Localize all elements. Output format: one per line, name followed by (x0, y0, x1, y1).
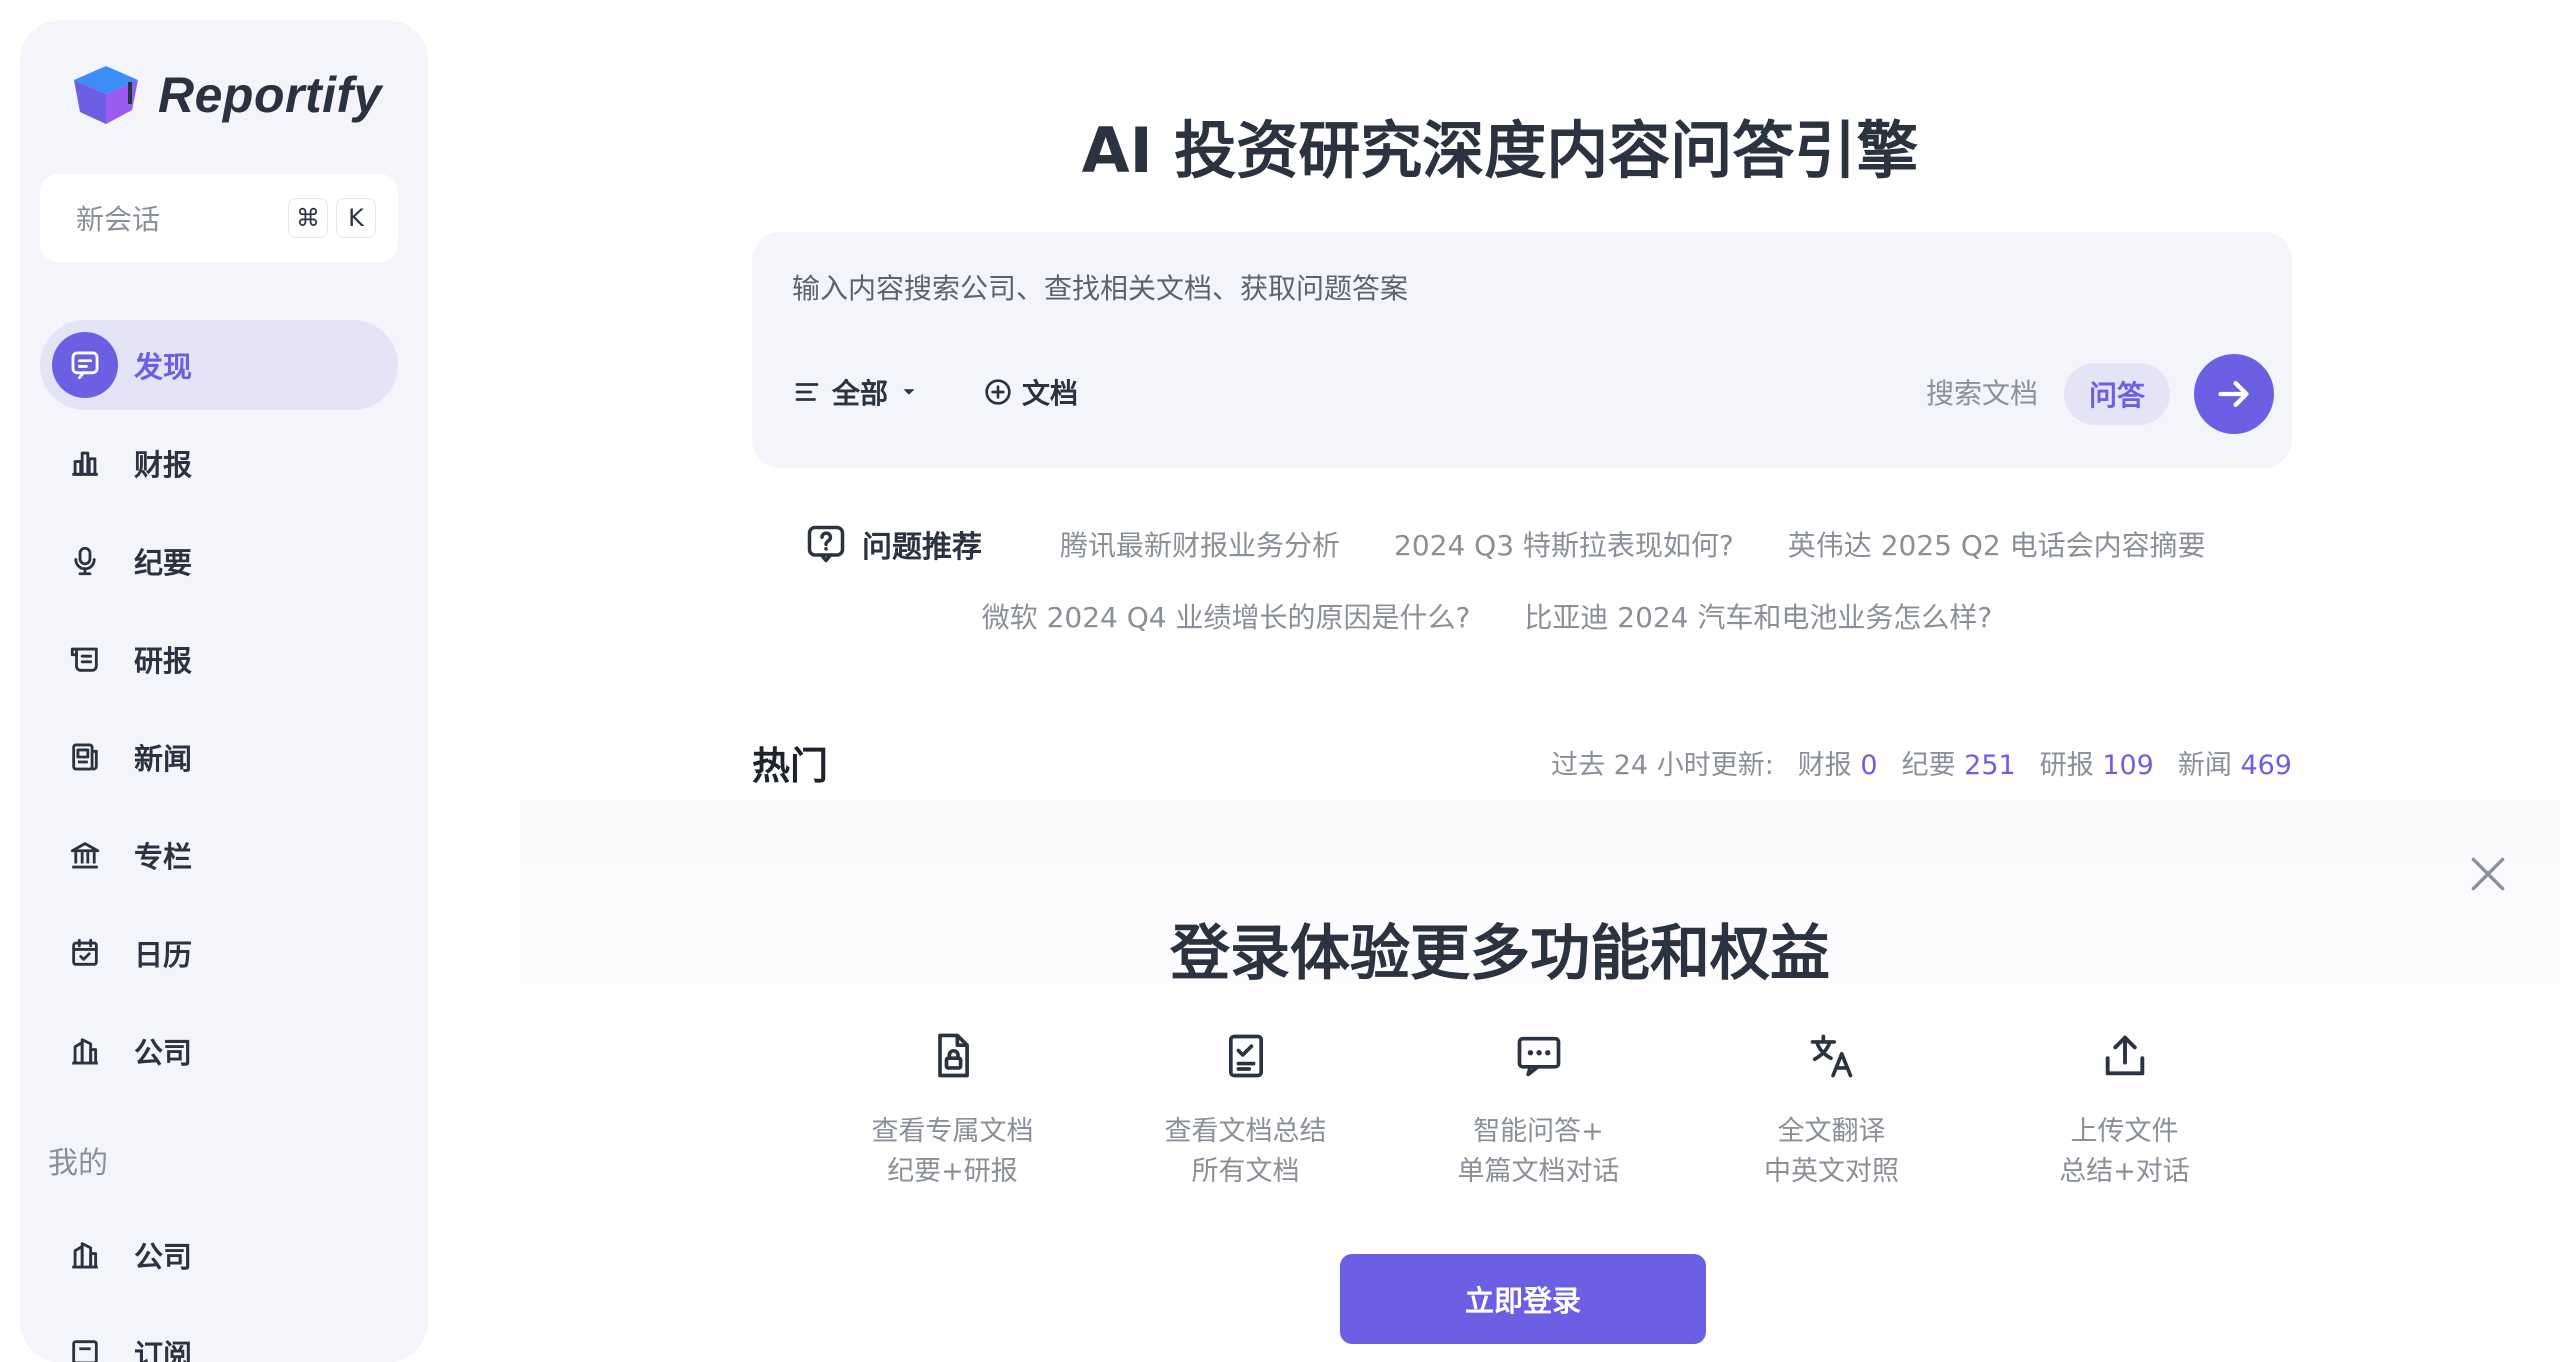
chat-card-icon (52, 332, 118, 398)
mode-qa[interactable]: 问答 (2064, 363, 2170, 425)
sidebar-item-column[interactable]: 专栏 (40, 810, 398, 900)
bookmark-icon (52, 1320, 118, 1362)
suggestion-link[interactable]: 英伟达 2025 Q2 电话会内容摘要 (1788, 524, 2206, 564)
stat-research: 研报 109 (2039, 750, 2154, 781)
promo-title: 登录体验更多功能和权益 (1170, 919, 1830, 989)
feature-title: 全文翻译 (1777, 1116, 1886, 1147)
calendar-icon (52, 920, 118, 986)
command-key: ⌘ (288, 198, 328, 238)
feature-subtitle: 总结+对话 (2059, 1156, 2190, 1187)
send-button[interactable] (2194, 354, 2274, 434)
building-icon (52, 1018, 118, 1084)
feature-subtitle: 所有文档 (1191, 1156, 1300, 1187)
stat-minutes: 纪要 251 (1901, 750, 2016, 781)
feature-subtitle: 中英文对照 (1764, 1156, 1899, 1187)
sidebar-item-discover[interactable]: 发现 (40, 320, 398, 410)
stat-earnings: 财报 0 (1797, 750, 1878, 781)
plus-circle-icon (985, 379, 1011, 405)
chat-dots-icon (1513, 1030, 1565, 1082)
feature-item: 查看文档总结 所有文档 (1099, 1030, 1392, 1192)
sidebar-item-label: 研报 (134, 644, 193, 678)
add-document-label: 文档 (1022, 377, 1079, 410)
close-icon (2471, 857, 2505, 891)
mode-search-docs[interactable]: 搜索文档 (1926, 372, 2038, 412)
suggested-questions-header: 问题推荐 (804, 522, 982, 566)
sidebar-item-label: 公司 (134, 1240, 193, 1274)
feature-item: 全文翻译 中英文对照 (1685, 1030, 1978, 1192)
sidebar: Reportify 新会话 ⌘ K 发现 财报 纪要 研报 新闻 专栏 日历 公… (20, 20, 428, 1362)
microphone-icon (52, 528, 118, 594)
sidebar-item-label: 纪要 (134, 546, 193, 580)
sidebar-item-news[interactable]: 新闻 (40, 712, 398, 802)
scope-filter-dropdown[interactable]: 全部 (792, 372, 920, 412)
suggested-questions-title: 问题推荐 (862, 530, 982, 565)
translate-icon (1806, 1030, 1858, 1082)
suggestion-link[interactable]: 腾讯最新财报业务分析 (1060, 524, 1340, 564)
sidebar-item-label: 财报 (134, 448, 193, 482)
suggestion-link[interactable]: 微软 2024 Q4 业绩增长的原因是什么? (982, 596, 1471, 636)
feature-item: 智能问答+ 单篇文档对话 (1392, 1030, 1685, 1192)
sidebar-item-label: 新闻 (134, 742, 193, 776)
new-chat-label: 新会话 (76, 203, 161, 236)
close-promo-button[interactable] (2466, 852, 2510, 896)
sidebar-item-earnings[interactable]: 财报 (40, 418, 398, 508)
feature-title: 智能问答+ (1473, 1116, 1604, 1147)
login-button[interactable]: 立即登录 (1340, 1254, 1706, 1344)
feature-item: 上传文件 总结+对话 (1978, 1030, 2271, 1192)
sidebar-item-label: 日历 (134, 938, 193, 972)
sidebar-item-calendar[interactable]: 日历 (40, 908, 398, 998)
sidebar-item-minutes[interactable]: 纪要 (40, 516, 398, 606)
hero: AI 投资研究深度内容问答引擎 (0, 100, 2560, 190)
mine-nav: 公司 订阅 (40, 1210, 398, 1362)
feature-list: 查看专属文档 纪要+研报 查看文档总结 所有文档 智能问答+ 单篇文档对话 全文… (806, 1030, 2271, 1192)
feature-subtitle: 单篇文档对话 (1457, 1156, 1620, 1187)
stat-news: 新闻 469 (2177, 750, 2292, 781)
add-document-button[interactable]: 文档 (982, 372, 1078, 412)
sidebar-item-subscription[interactable]: 订阅 (40, 1308, 398, 1362)
checklist-icon (1220, 1030, 1272, 1082)
hot-title: 热门 (752, 744, 829, 788)
filter-lines-icon (795, 383, 819, 401)
sidebar-item-label: 公司 (134, 1036, 193, 1070)
feature-title: 查看文档总结 (1164, 1116, 1327, 1147)
sidebar-item-label: 专栏 (134, 840, 193, 874)
bank-icon (52, 822, 118, 888)
shortcut-keys: ⌘ K (288, 198, 376, 238)
upload-icon (2099, 1030, 2151, 1082)
sidebar-item-my-company[interactable]: 公司 (40, 1210, 398, 1300)
search-box: 全部 文档 搜索文档 问答 (752, 232, 2292, 468)
arrow-right-icon (2218, 381, 2249, 407)
search-input[interactable] (792, 272, 2232, 305)
mine-section-label: 我的 (48, 1146, 108, 1181)
update-stats: 过去 24 小时更新: 财报 0 纪要 251 研报 109 新闻 469 (1551, 743, 2292, 782)
question-bubble-icon (807, 525, 845, 563)
sidebar-item-label: 订阅 (134, 1338, 193, 1362)
bar-chart-icon (52, 430, 118, 496)
feature-item: 查看专属文档 纪要+研报 (806, 1030, 1099, 1192)
feature-subtitle: 纪要+研报 (887, 1156, 1018, 1187)
k-key: K (336, 198, 376, 238)
sidebar-nav: 发现 财报 纪要 研报 新闻 专栏 日历 公司 (40, 320, 398, 1104)
scroll-icon (52, 626, 118, 692)
suggestion-link[interactable]: 比亚迪 2024 汽车和电池业务怎么样? (1524, 596, 1992, 636)
building-icon (52, 1222, 118, 1288)
hot-section-header: 热门 过去 24 小时更新: 财报 0 纪要 251 研报 109 新闻 469 (752, 735, 2292, 790)
feature-title: 查看专属文档 (871, 1116, 1034, 1147)
suggested-questions: 问题推荐 腾讯最新财报业务分析 2024 Q3 特斯拉表现如何? 英伟达 202… (752, 522, 2292, 636)
update-stats-label: 过去 24 小时更新: (1551, 750, 1774, 781)
feature-title: 上传文件 (2070, 1116, 2179, 1147)
suggestion-link[interactable]: 2024 Q3 特斯拉表现如何? (1394, 524, 1734, 564)
sidebar-item-label: 发现 (134, 350, 193, 384)
scope-filter-label: 全部 (832, 377, 889, 410)
newspaper-icon (52, 724, 118, 790)
caret-down-icon (903, 389, 915, 395)
app-root: Reportify 新会话 ⌘ K 发现 财报 纪要 研报 新闻 专栏 日历 公… (0, 0, 2560, 1362)
page-title: AI 投资研究深度内容问答引擎 (1081, 114, 1919, 187)
lock-document-icon (927, 1030, 979, 1082)
sidebar-item-research[interactable]: 研报 (40, 614, 398, 704)
sidebar-item-company[interactable]: 公司 (40, 1006, 398, 1096)
